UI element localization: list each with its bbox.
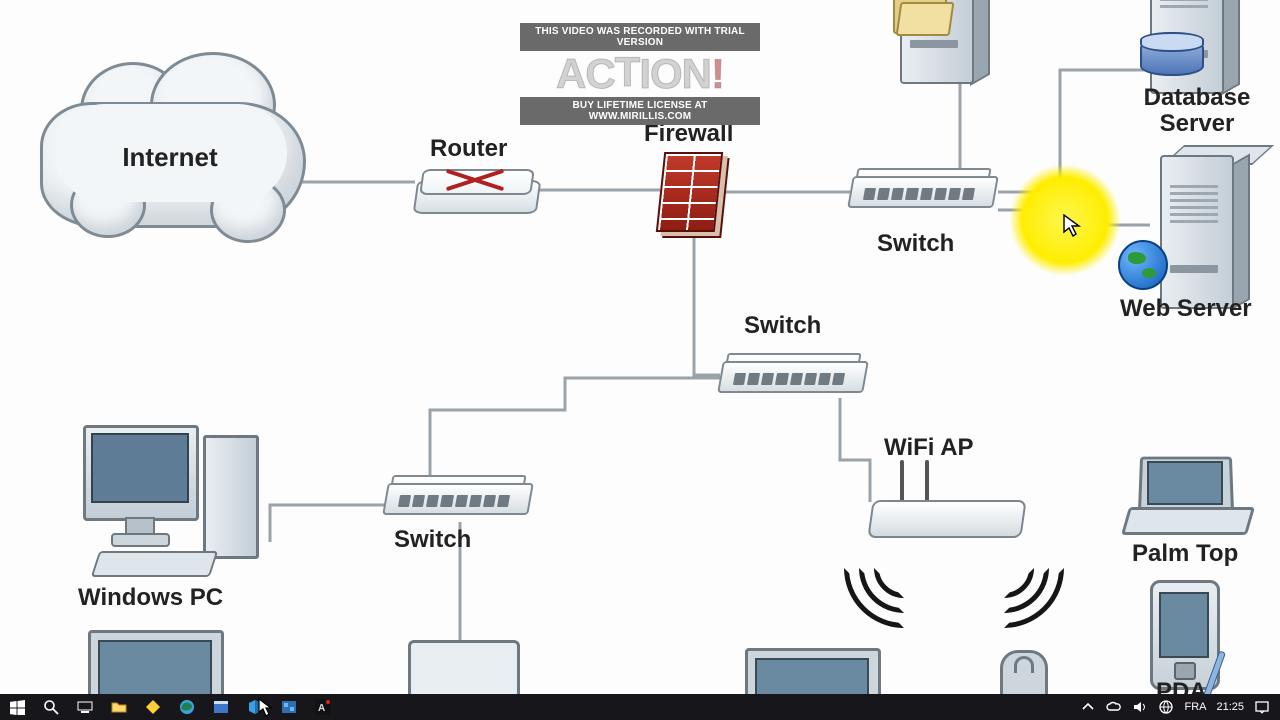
screen: Internet Router Firewall Switch Switch <box>0 0 1280 720</box>
router-icon <box>415 165 535 220</box>
internet-label: Internet <box>40 142 300 173</box>
svg-text:A: A <box>318 703 325 714</box>
volume-icon[interactable] <box>1132 699 1148 715</box>
switch-top-icon <box>850 168 995 213</box>
database-cylinder-icon <box>1140 38 1200 78</box>
switch-mid-label: Switch <box>744 312 821 340</box>
palmtop-label: Palm Top <box>1132 540 1238 568</box>
taskbar-app-3[interactable] <box>272 694 306 720</box>
file-explorer-button[interactable] <box>102 694 136 720</box>
partial-phone-icon <box>1000 650 1060 694</box>
router-label: Router <box>430 135 507 163</box>
system-tray[interactable]: FRA 21:25 <box>1070 699 1280 715</box>
edge-button[interactable] <box>170 694 204 720</box>
watermark-logo: ACTION! <box>520 51 760 97</box>
chevron-up-icon[interactable] <box>1080 699 1096 715</box>
switch-mid-icon <box>720 353 865 398</box>
firewall-icon <box>660 152 725 232</box>
task-view-button[interactable] <box>68 694 102 720</box>
windows-logo-icon <box>10 700 25 715</box>
wifi-ap-label: WiFi AP <box>884 434 974 462</box>
windows-pc-label: Windows PC <box>78 584 223 612</box>
network-globe-icon[interactable] <box>1158 699 1174 715</box>
onedrive-icon[interactable] <box>1106 699 1122 715</box>
switch-low-label: Switch <box>394 526 471 554</box>
switch-top-label: Switch <box>877 230 954 258</box>
action-recorder-button[interactable]: A <box>306 694 340 720</box>
db-server-label: Database Server <box>1132 85 1262 137</box>
vm-app-icon <box>281 699 297 715</box>
web-server-label: Web Server <box>1120 295 1252 323</box>
network-diagram: Internet Router Firewall Switch Switch <box>0 0 1280 694</box>
windows-taskbar[interactable]: A FRA 21:25 <box>0 694 1280 720</box>
recorder-watermark: THIS VIDEO WAS RECORDED WITH TRIAL VERSI… <box>520 23 760 125</box>
action-app-icon: A <box>315 699 331 715</box>
folder-icon <box>111 699 127 715</box>
switch-low-icon <box>385 475 530 520</box>
partial-monitor-2-icon <box>745 648 885 694</box>
start-button[interactable] <box>0 694 34 720</box>
wifi-waves-icon <box>854 528 1074 608</box>
task-view-icon <box>77 699 93 715</box>
notifications-icon[interactable] <box>1254 699 1270 715</box>
windows-pc-icon <box>83 425 263 585</box>
mouse-cursor-icon <box>1063 214 1083 240</box>
pda-icon <box>1150 580 1220 694</box>
web-server-icon <box>1150 145 1245 315</box>
app-diamond-icon <box>145 699 161 715</box>
window-app-icon <box>213 699 229 715</box>
partial-printer-icon <box>408 640 518 694</box>
edge-icon <box>179 699 195 715</box>
pda-label: PDA <box>1156 678 1207 694</box>
clock-time[interactable]: 21:25 <box>1216 701 1244 713</box>
palmtop-icon <box>1125 455 1245 535</box>
mouse-cursor-taskbar-icon <box>258 698 272 718</box>
taskbar-app-1[interactable] <box>136 694 170 720</box>
keyboard-language[interactable]: FRA <box>1184 701 1206 713</box>
globe-icon <box>1118 240 1168 290</box>
watermark-bottom-text: BUY LIFETIME LICENSE AT WWW.MIRILLIS.COM <box>520 97 760 125</box>
folder-icon <box>893 0 948 30</box>
partial-monitor-icon <box>88 630 228 694</box>
search-button[interactable] <box>34 694 68 720</box>
watermark-top-text: THIS VIDEO WAS RECORDED WITH TRIAL VERSI… <box>520 23 760 51</box>
search-icon <box>43 699 59 715</box>
internet-cloud-icon: Internet <box>40 82 310 247</box>
taskbar-app-2[interactable] <box>204 694 238 720</box>
